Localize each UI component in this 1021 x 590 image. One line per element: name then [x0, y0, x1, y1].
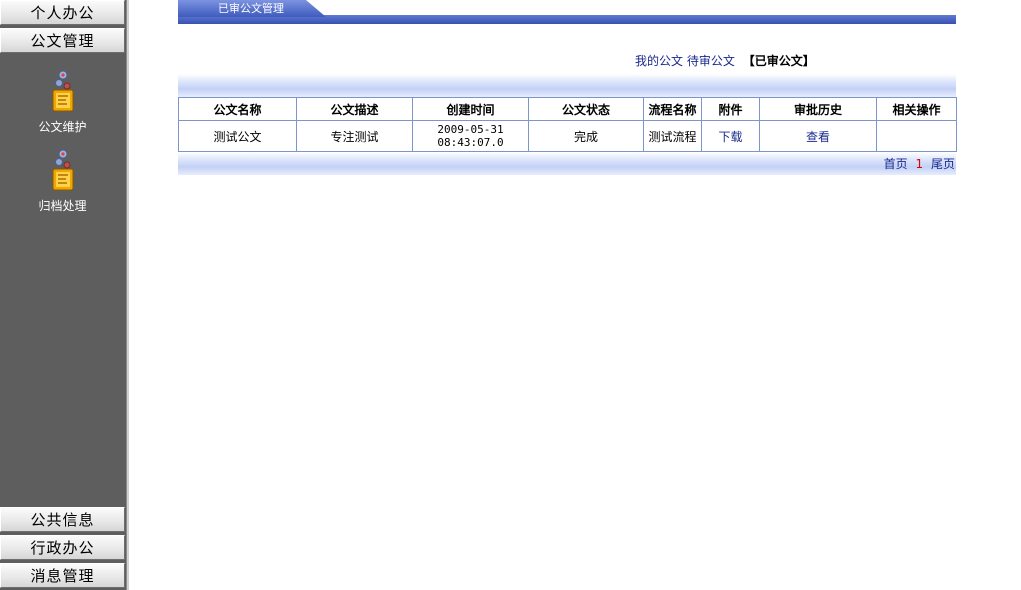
tab-reviewed-documents[interactable]: 已审公文管理	[178, 0, 326, 17]
nav-button-document-management[interactable]: 公文管理	[0, 28, 125, 53]
column-header: 公文描述	[296, 97, 413, 121]
created-clock: 08:43:07.0	[437, 136, 504, 149]
last-page-link[interactable]: 尾页	[931, 157, 955, 171]
column-header: 流程名称	[643, 97, 702, 121]
cell-attachment: 下载	[701, 120, 760, 152]
sidebar-divider	[126, 0, 131, 590]
current-view-label: 【已审公文】	[742, 54, 815, 68]
pagination: 首页 1 尾页	[884, 155, 955, 172]
tool-label: 归档处理	[38, 199, 87, 213]
cell-created-time: 2009-05-31 08:43:07.0	[412, 120, 529, 152]
tool-label: 公文维护	[38, 120, 87, 134]
document-table-container: 公文名称 公文描述 创建时间 公文状态 流程名称 附件 审批历史 相关操作 测试…	[178, 97, 957, 152]
cell-operations	[876, 120, 957, 152]
nav-button-message-management[interactable]: 消息管理	[0, 563, 125, 588]
nav-button-label: 个人办公	[30, 4, 95, 22]
column-header: 附件	[701, 97, 760, 121]
column-header: 公文名称	[178, 97, 297, 121]
cell-document-name: 测试公文	[178, 120, 297, 152]
column-header: 创建时间	[412, 97, 529, 121]
nav-button-label: 公文管理	[30, 32, 95, 50]
document-table: 公文名称 公文描述 创建时间 公文状态 流程名称 附件 审批历史 相关操作 测试…	[178, 97, 957, 152]
document-maintenance-icon	[52, 70, 73, 112]
created-date: 2009-05-31	[437, 123, 504, 136]
column-header: 审批历史	[759, 97, 877, 121]
link-my-documents[interactable]: 我的公文	[635, 54, 683, 68]
column-header: 相关操作	[876, 97, 957, 121]
cell-document-description: 专注测试	[296, 120, 413, 152]
download-attachment-link[interactable]: 下载	[718, 130, 742, 144]
cell-flow-name: 测试流程	[643, 120, 702, 152]
nav-button-label: 消息管理	[30, 567, 95, 585]
left-sidebar: 个人办公 公文管理 公文维护 归档处理 公共信息 行政办公 消息管理	[0, 0, 131, 590]
cell-approval-history: 查看	[759, 120, 877, 152]
tab-label: 已审公文管理	[218, 2, 284, 15]
nav-button-administration[interactable]: 行政办公	[0, 535, 125, 560]
tool-archive-processing[interactable]: 归档处理	[0, 149, 125, 214]
nav-button-personal-office[interactable]: 个人办公	[0, 0, 125, 25]
document-filter-links: 我的公文 待审公文 【已审公文】	[635, 52, 815, 69]
nav-button-label: 公共信息	[30, 511, 95, 529]
table-row: 测试公文 专注测试 2009-05-31 08:43:07.0 完成 测试流程 …	[178, 120, 957, 152]
cell-document-status: 完成	[528, 120, 644, 152]
tab-bar: 已审公文管理	[178, 0, 956, 24]
nav-button-public-info[interactable]: 公共信息	[0, 507, 125, 532]
table-header-row: 公文名称 公文描述 创建时间 公文状态 流程名称 附件 审批历史 相关操作	[178, 97, 957, 121]
nav-button-label: 行政办公	[30, 539, 95, 557]
page-number-link[interactable]: 1	[916, 157, 924, 171]
view-history-link[interactable]: 查看	[806, 130, 830, 144]
table-footer-band	[178, 152, 956, 175]
archive-processing-icon	[52, 149, 73, 191]
link-pending-documents[interactable]: 待审公文	[687, 54, 735, 68]
tool-document-maintenance[interactable]: 公文维护	[0, 70, 125, 135]
column-header: 公文状态	[528, 97, 644, 121]
table-header-band	[178, 74, 956, 97]
first-page-link[interactable]: 首页	[884, 157, 908, 171]
